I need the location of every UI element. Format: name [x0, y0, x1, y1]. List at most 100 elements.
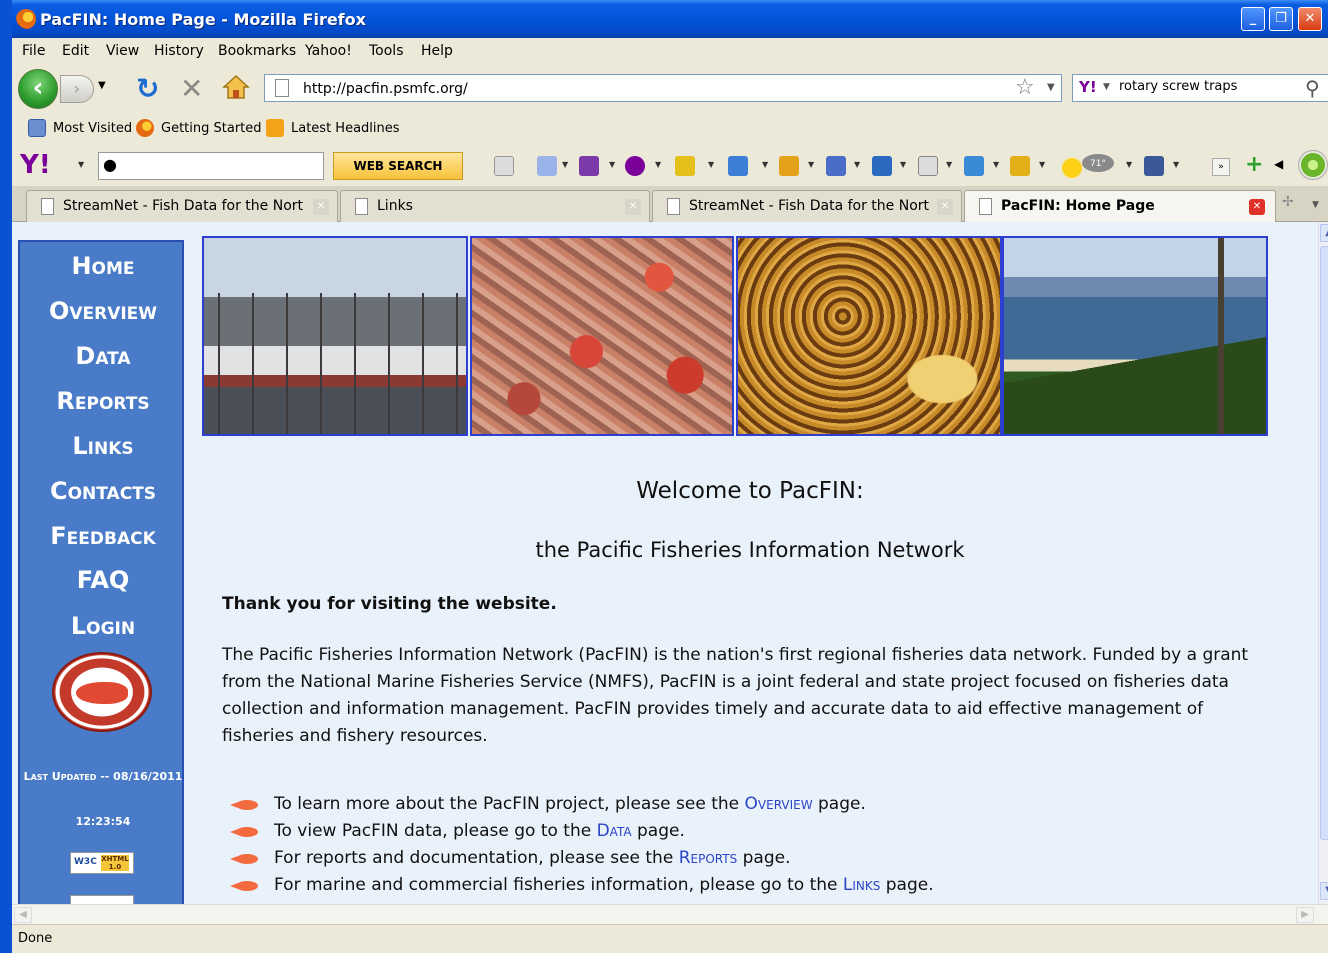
address-bar[interactable]: ☆ ▼	[264, 74, 1062, 102]
close-window-button[interactable]: ✕	[1298, 7, 1322, 31]
url-dropdown-icon[interactable]: ▼	[1047, 82, 1055, 93]
home-icon[interactable]	[222, 73, 250, 101]
nav-reports[interactable]: Reports	[20, 387, 186, 415]
dropdown-icon[interactable]: ▼	[1126, 160, 1132, 169]
dropdown-icon[interactable]: ▼	[946, 160, 952, 169]
facebook-icon[interactable]	[1144, 156, 1164, 176]
yahoo-menu-dropdown-icon[interactable]: ▼	[78, 160, 84, 169]
history-dropdown-icon[interactable]: ▼	[98, 80, 106, 91]
my-yahoo-icon[interactable]	[579, 156, 599, 176]
bookmark-getting-started[interactable]: Getting Started	[161, 121, 262, 136]
nav-overview[interactable]: Overview	[20, 297, 186, 325]
nav-feedback[interactable]: Feedback	[20, 522, 186, 550]
shopping-icon[interactable]	[872, 156, 892, 176]
yahoo-search-engine-icon[interactable]: Y!	[1079, 78, 1097, 96]
new-tab-icon[interactable]: ✢	[1282, 194, 1294, 210]
collapse-arrow-icon[interactable]: ◀	[1274, 157, 1283, 171]
close-tab-icon[interactable]: ✕	[1249, 199, 1265, 215]
url-input[interactable]	[303, 79, 1003, 99]
minimize-button[interactable]: _	[1241, 7, 1265, 31]
scroll-up-icon[interactable]: ▲	[1320, 224, 1328, 242]
forward-button[interactable]: ›	[60, 75, 94, 103]
finance-icon[interactable]	[675, 156, 695, 176]
w3c-xhtml-badge[interactable]: W3C XHTML 1.0	[70, 852, 134, 874]
dropdown-icon[interactable]: ▼	[655, 160, 661, 169]
settings-gear-icon[interactable]	[1298, 150, 1328, 180]
dropdown-icon[interactable]: ▼	[708, 160, 714, 169]
tab-streamnet-1[interactable]: StreamNet - Fish Data for the Northw... …	[26, 190, 338, 222]
web-search-button[interactable]: WEB SEARCH	[333, 152, 463, 180]
close-tab-icon[interactable]: ✕	[937, 199, 953, 215]
search-engine-dropdown-icon[interactable]: ▼	[1103, 82, 1110, 92]
maximize-button[interactable]: ❐	[1269, 7, 1293, 31]
reload-icon[interactable]: ↻	[136, 72, 159, 105]
nav-home[interactable]: Home	[20, 252, 186, 280]
dropdown-icon[interactable]: ▼	[900, 160, 906, 169]
data-link[interactable]: Data	[597, 821, 632, 841]
links-link[interactable]: Links	[843, 875, 880, 895]
horizontal-scrollbar[interactable]: ◀ ▶	[12, 904, 1328, 924]
bookmarks-icon[interactable]	[537, 156, 557, 176]
yahoo-logo[interactable]: Y!	[20, 150, 51, 180]
yahoo-search-box[interactable]: ●	[98, 152, 324, 180]
reports-link[interactable]: Reports	[679, 848, 738, 868]
menu-help[interactable]: Help	[421, 43, 453, 59]
bookmark-star-icon[interactable]: ☆	[1015, 75, 1035, 100]
nav-data[interactable]: Data	[20, 342, 186, 370]
scroll-thumb[interactable]	[1320, 246, 1328, 840]
scroll-down-icon[interactable]: ▼	[1320, 882, 1328, 900]
menu-yahoo[interactable]: Yahoo!	[305, 43, 352, 59]
stop-icon[interactable]: ✕	[180, 72, 203, 105]
mail-icon[interactable]	[728, 156, 748, 176]
games-icon[interactable]	[826, 156, 846, 176]
bookmark-most-visited[interactable]: Most Visited	[53, 121, 132, 136]
news-icon[interactable]	[779, 156, 799, 176]
shield-icon[interactable]	[1010, 156, 1030, 176]
nav-contacts[interactable]: Contacts	[20, 477, 186, 505]
vertical-scrollbar[interactable]: ▲ ▼	[1318, 222, 1328, 904]
dropdown-icon[interactable]: ▼	[808, 160, 814, 169]
w3c-css-badge[interactable]	[70, 895, 134, 904]
close-tab-icon[interactable]: ✕	[313, 199, 329, 215]
menu-file[interactable]: File	[22, 43, 45, 59]
info-icon[interactable]	[918, 156, 938, 176]
scroll-right-icon[interactable]: ▶	[1296, 907, 1314, 923]
search-icon[interactable]: ⚲	[1305, 76, 1320, 100]
menu-history[interactable]: History	[154, 43, 204, 59]
yahoo-search-input[interactable]	[127, 157, 317, 172]
dropdown-icon[interactable]: ▼	[609, 160, 615, 169]
tab-streamnet-2[interactable]: StreamNet - Fish Data for the Northw... …	[652, 190, 962, 222]
menu-edit[interactable]: Edit	[62, 43, 89, 59]
nav-links[interactable]: Links	[20, 432, 186, 460]
weather-icon[interactable]: 71°	[1060, 152, 1116, 180]
nav-faq[interactable]: FAQ	[20, 566, 186, 594]
dropdown-icon[interactable]: ▼	[1173, 160, 1179, 169]
dropdown-icon[interactable]: ▼	[854, 160, 860, 169]
search-input[interactable]	[1119, 79, 1299, 94]
add-button-icon[interactable]: +	[1245, 152, 1263, 177]
yahoo-toolbar: Y! ▼ ● WEB SEARCH ▼ ▼ ▼ ▼ ▼ ▼ ▼ ▼ ▼ ▼ ▼	[12, 146, 1328, 186]
menu-tools[interactable]: Tools	[369, 43, 404, 59]
bookmark-latest-headlines[interactable]: Latest Headlines	[291, 121, 400, 136]
back-button[interactable]: ‹	[18, 69, 58, 109]
tab-pacfin-home[interactable]: PacFIN: Home Page ✕	[964, 190, 1276, 223]
dropdown-icon[interactable]: ▼	[762, 160, 768, 169]
nav-login[interactable]: Login	[20, 612, 186, 640]
yahoo-icon[interactable]	[625, 156, 645, 176]
reef-fish-photo	[736, 236, 1002, 436]
overview-link[interactable]: Overview	[745, 794, 813, 814]
menu-view[interactable]: View	[106, 43, 139, 59]
dropdown-icon[interactable]: ▼	[562, 160, 568, 169]
tab-list-dropdown-icon[interactable]: ▼	[1312, 200, 1319, 210]
pencil-icon[interactable]	[494, 156, 514, 176]
menu-bookmarks[interactable]: Bookmarks	[218, 43, 296, 59]
close-tab-icon[interactable]: ✕	[625, 199, 641, 215]
dropdown-icon[interactable]: ▼	[1039, 160, 1045, 169]
tab-links[interactable]: Links ✕	[340, 190, 650, 222]
search-icon: ●	[103, 155, 117, 174]
search-bar[interactable]: Y! ▼ ⚲	[1072, 74, 1328, 102]
scroll-left-icon[interactable]: ◀	[14, 907, 32, 923]
more-chevron-icon[interactable]: »	[1212, 158, 1230, 176]
dropdown-icon[interactable]: ▼	[993, 160, 999, 169]
phone-icon[interactable]	[964, 156, 984, 176]
